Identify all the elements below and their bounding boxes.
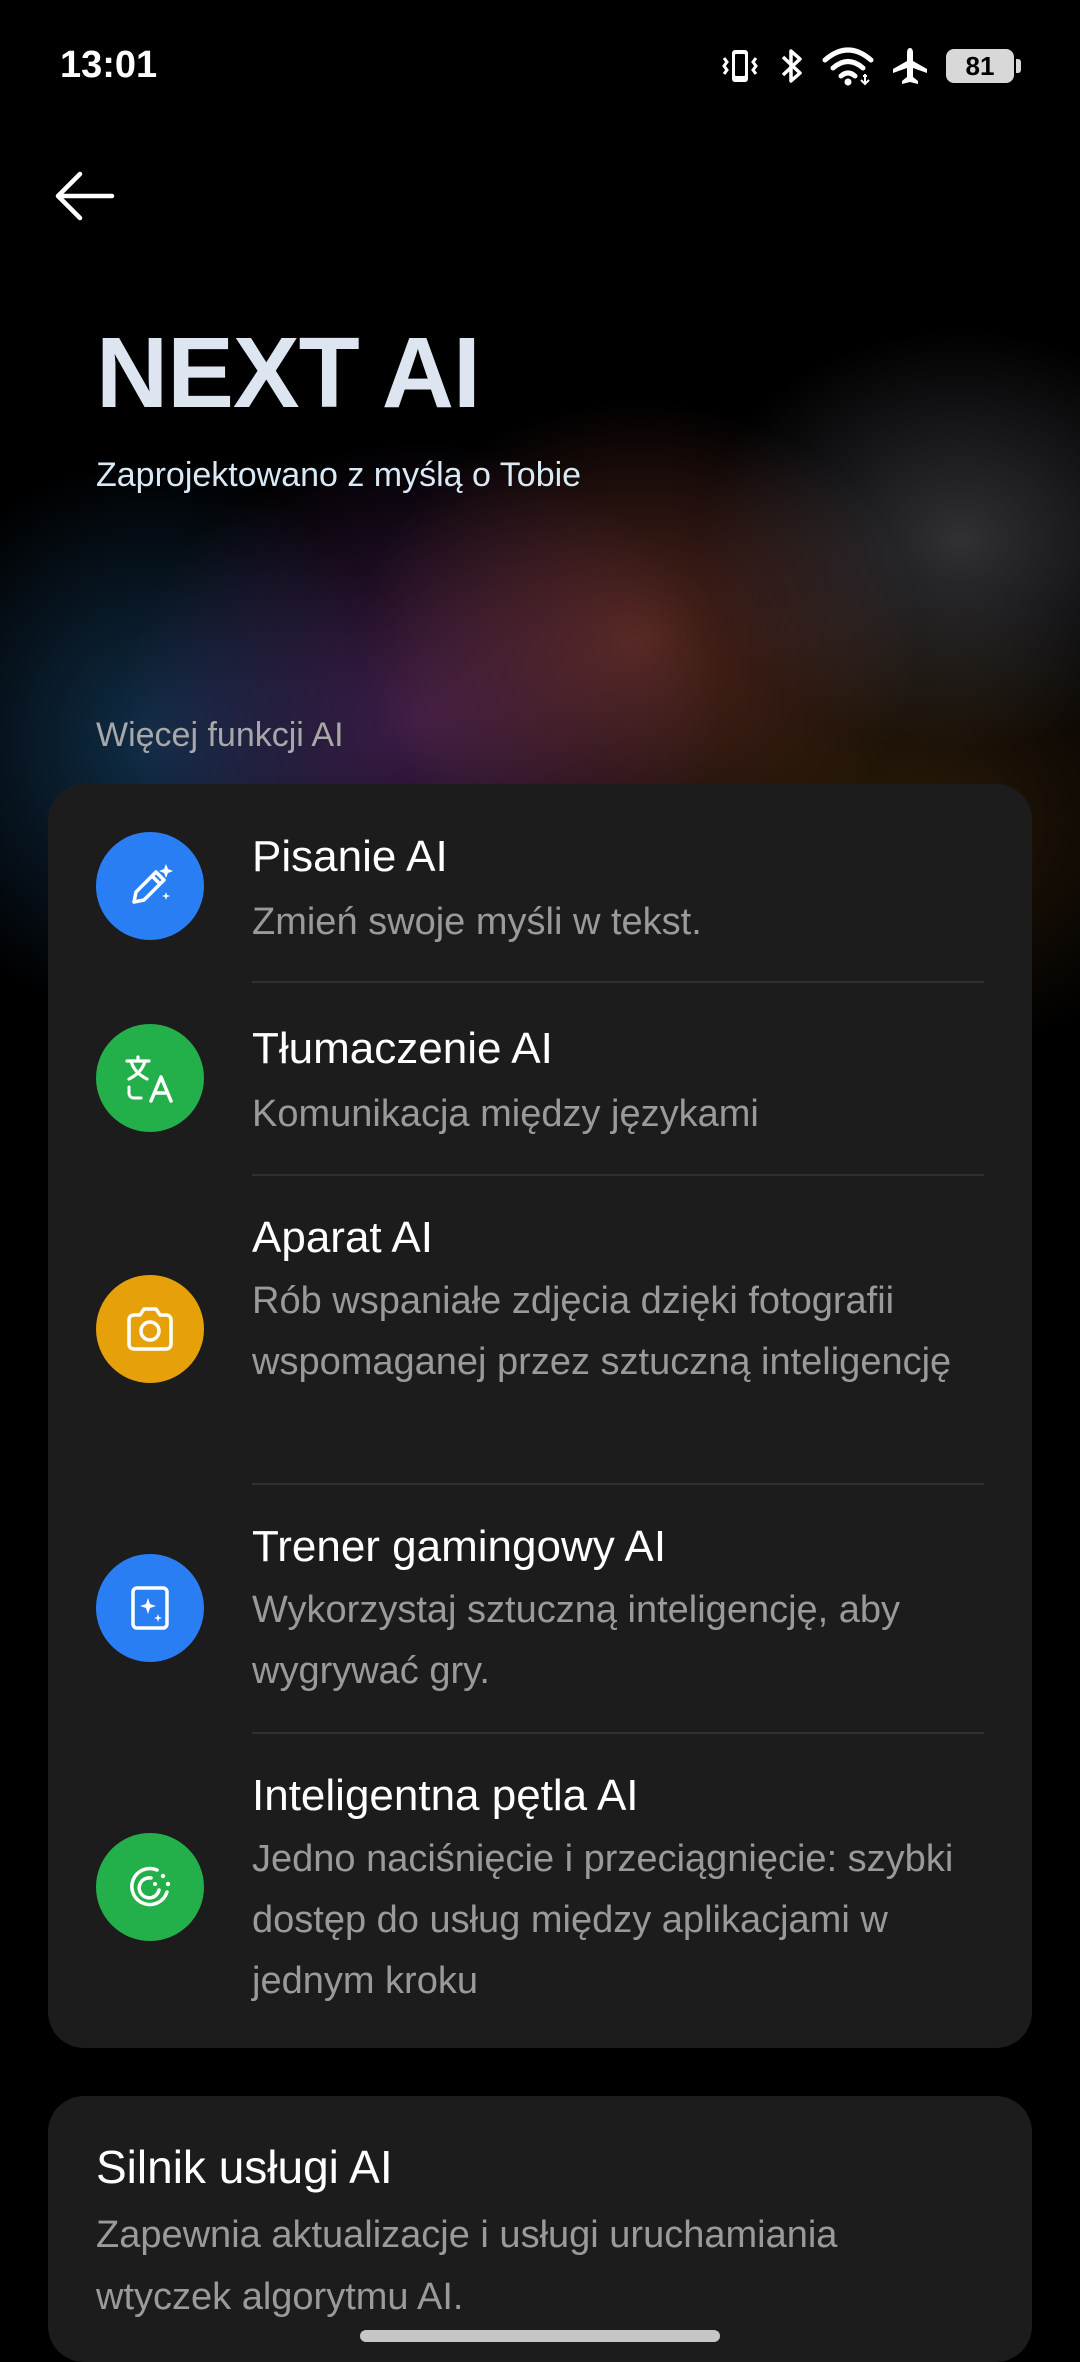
engine-title: Silnik usługi AI [96, 2141, 393, 2193]
feature-item-ai-smart-loop[interactable]: Inteligentna pętla AI Jedno naciśnięcie … [48, 1733, 1032, 2048]
back-arrow-icon [55, 171, 115, 221]
bluetooth-icon [781, 49, 802, 83]
engine-description: Zapewnia aktualizacje i usługi uruchamia… [96, 2214, 838, 2318]
page-subtitle: Zaprojektowano z myślą o Tobie [96, 456, 582, 494]
feature-description: Jedno naciśnięcie i przeciągnięcie: szyb… [252, 1838, 954, 2002]
ai-service-engine-card[interactable]: Silnik usługi AI Zapewnia aktualizacje i… [48, 2096, 1032, 2362]
status-icons: 81 [718, 42, 1021, 90]
page-title: NEXT AI [96, 317, 481, 429]
feature-description: Komunikacja między językami [252, 1093, 759, 1135]
vibrate-icon [722, 50, 758, 82]
feature-item-ai-writing[interactable]: Pisanie AI Zmień swoje myśli w tekst. [48, 784, 1032, 978]
feature-item-ai-camera[interactable]: Aparat AI Rób wspaniałe zdjęcia dzięki f… [48, 1175, 1032, 1483]
pen-sparkle-icon [96, 832, 204, 940]
battery-icon: 81 [946, 49, 1021, 83]
ai-features-card: Pisanie AI Zmień swoje myśli w tekst. Tł… [48, 784, 1032, 2048]
home-indicator[interactable] [360, 2330, 720, 2342]
feature-title: Trener gamingowy AI [252, 1522, 667, 1571]
feature-item-ai-translation[interactable]: Tłumaczenie AI Komunikacja między języka… [48, 982, 1032, 1174]
status-time: 13:01 [60, 44, 158, 86]
feature-title: Pisanie AI [252, 832, 448, 881]
feature-title: Inteligentna pętla AI [252, 1771, 639, 1820]
feature-description: Wykorzystaj sztuczną inteligencję, aby w… [252, 1589, 901, 1692]
game-coach-icon [96, 1554, 204, 1662]
section-header: Więcej funkcji AI [96, 716, 344, 754]
smart-loop-icon [96, 1833, 204, 1941]
wifi-icon [822, 47, 874, 86]
feature-title: Tłumaczenie AI [252, 1024, 553, 1073]
translate-icon [96, 1024, 204, 1132]
feature-description: Rób wspaniałe zdjęcia dzięki fotografii … [252, 1280, 952, 1383]
feature-title: Aparat AI [252, 1213, 434, 1262]
back-button[interactable] [48, 164, 120, 228]
camera-icon [96, 1275, 204, 1383]
feature-description: Zmień swoje myśli w tekst. [252, 901, 702, 943]
airplane-icon [893, 48, 927, 84]
feature-item-ai-game-coach[interactable]: Trener gamingowy AI Wykorzystaj sztuczną… [48, 1484, 1032, 1732]
battery-level: 81 [965, 50, 995, 81]
